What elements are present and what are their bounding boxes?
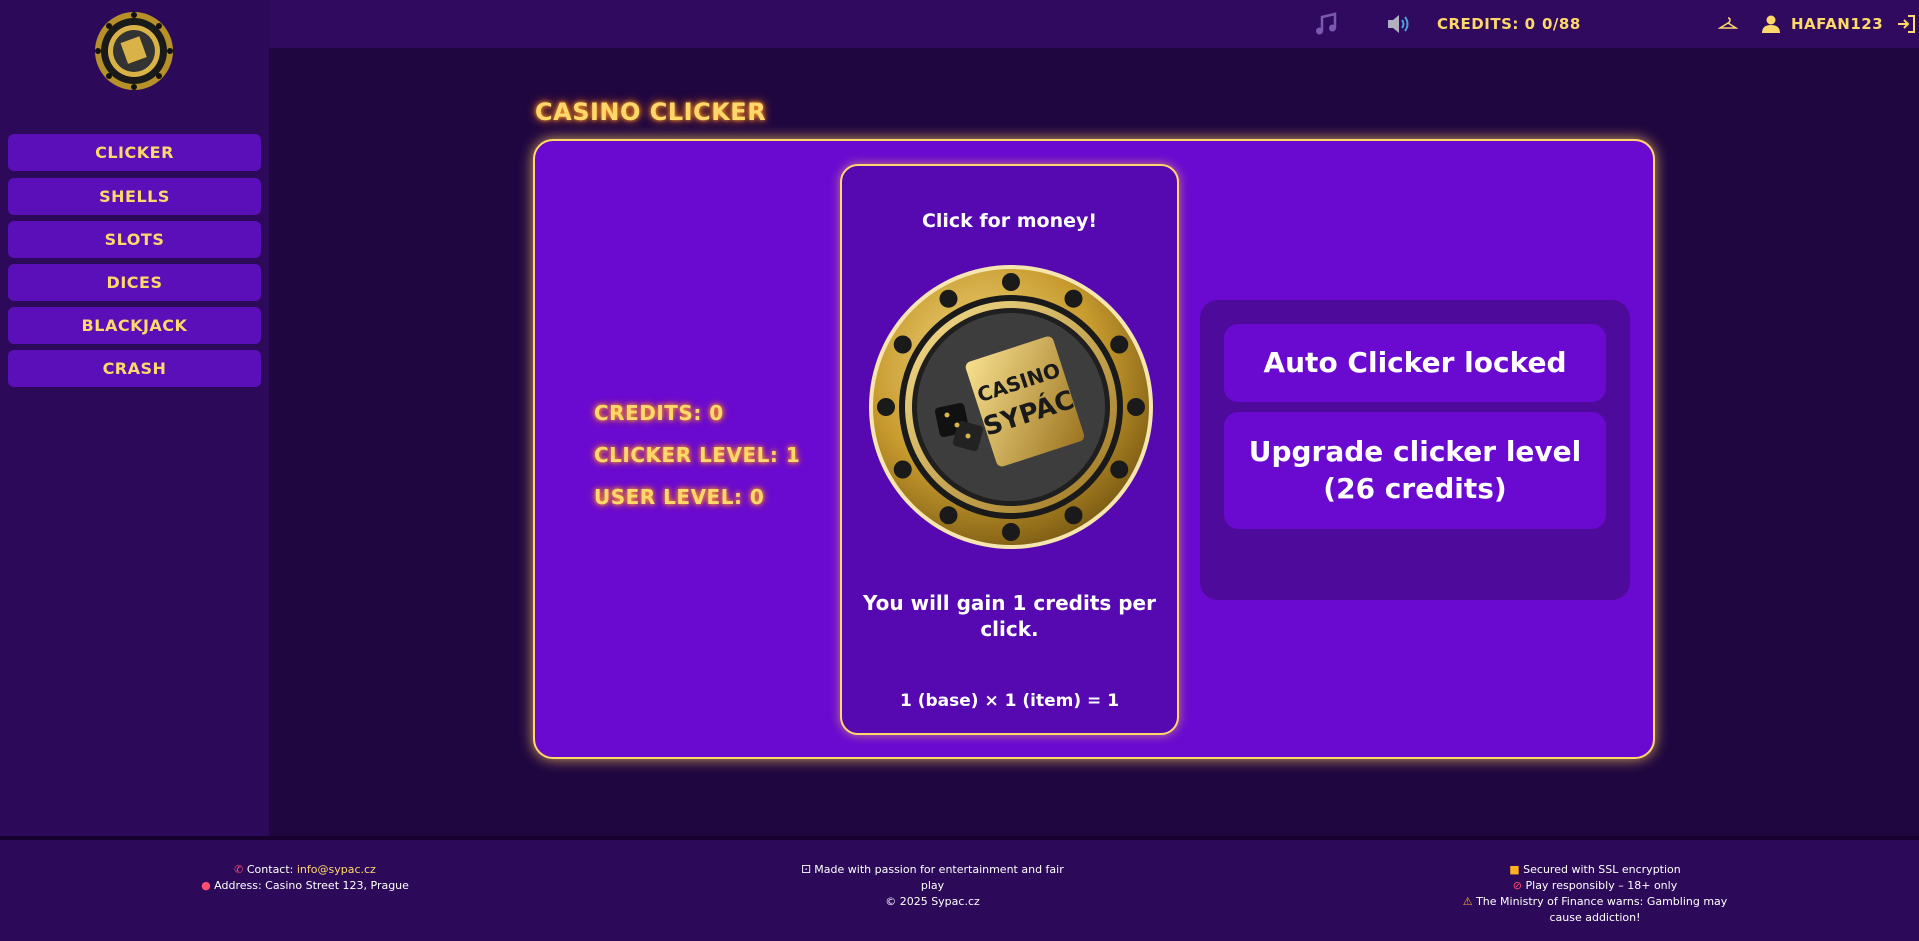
username[interactable]: HAFAN123 bbox=[1791, 15, 1883, 33]
contact-label: Contact: bbox=[246, 863, 297, 876]
footer-legal: ■ Secured with SSL encryption ⊘ Play res… bbox=[1450, 862, 1740, 926]
chip-edge-hole bbox=[1110, 335, 1129, 354]
sidebar-item-clicker[interactable]: CLICKER bbox=[8, 134, 261, 171]
sidebar-item-crash[interactable]: CRASH bbox=[8, 350, 261, 387]
chip-edge-hole bbox=[893, 460, 912, 479]
warning-line2: cause addiction! bbox=[1549, 911, 1641, 924]
topbar-progress: 0/88 bbox=[1542, 15, 1581, 33]
footer: ✆ Contact: info@sypac.cz ● Address: Casi… bbox=[0, 836, 1919, 941]
gain-text-line2: click. bbox=[980, 617, 1039, 641]
gain-text: You will gain 1 credits per click. bbox=[842, 590, 1177, 642]
chip-edge-hole bbox=[1002, 273, 1020, 291]
casino-chip-logo-icon[interactable] bbox=[94, 11, 174, 91]
made-line2: play bbox=[920, 879, 945, 892]
stat-credits: CREDITS: 0 bbox=[594, 401, 724, 425]
click-card: Click for money! CASINO SYPÁC You will g… bbox=[840, 164, 1179, 735]
logout-button[interactable] bbox=[1896, 0, 1916, 48]
clicker-panel: CREDITS: 0 CLICKER LEVEL: 1 USER LEVEL: … bbox=[533, 139, 1655, 759]
ssl-text: Secured with SSL encryption bbox=[1523, 863, 1681, 876]
topbar-credits: CREDITS: 0 bbox=[1437, 15, 1536, 33]
sidebar: CLICKER SHELLS SLOTS DICES BLACKJACK CRA… bbox=[0, 0, 269, 836]
user-icon bbox=[1762, 15, 1780, 33]
warning-line1: The Ministry of Finance warns: Gambling … bbox=[1476, 895, 1728, 908]
chip-edge-hole bbox=[893, 335, 912, 354]
sidebar-item-slots[interactable]: SLOTS bbox=[8, 221, 261, 258]
hanger-icon bbox=[1718, 17, 1738, 29]
auto-clicker-button[interactable]: Auto Clicker locked bbox=[1224, 324, 1606, 402]
upgrade-clicker-line2: (26 credits) bbox=[1323, 471, 1507, 505]
chip-edge-hole bbox=[939, 289, 958, 308]
logout-icon bbox=[1898, 15, 1915, 33]
chip-edge-hole bbox=[1127, 398, 1145, 416]
phone-icon: ✆ bbox=[234, 863, 244, 876]
no-entry-icon: ⊘ bbox=[1512, 879, 1522, 892]
chip-edge-hole bbox=[1064, 289, 1083, 308]
footer-contact: ✆ Contact: info@sypac.cz ● Address: Casi… bbox=[150, 862, 460, 894]
upgrade-clicker-line1: Upgrade clicker level bbox=[1248, 435, 1582, 469]
gain-formula: 1 (base) × 1 (item) = 1 bbox=[899, 691, 1120, 711]
stat-user-level: USER LEVEL: 0 bbox=[594, 485, 765, 509]
sidebar-item-blackjack[interactable]: BLACKJACK bbox=[8, 307, 261, 344]
speaker-icon bbox=[1388, 15, 1409, 33]
sound-toggle-button[interactable] bbox=[1385, 0, 1413, 48]
address: Address: Casino Street 123, Prague bbox=[214, 879, 409, 892]
stat-clicker-level: CLICKER LEVEL: 1 bbox=[594, 443, 801, 467]
casino-chip-icon[interactable]: CASINO SYPÁC bbox=[867, 263, 1155, 551]
sidebar-item-shells[interactable]: SHELLS bbox=[8, 178, 261, 215]
copyright: © 2025 Sypac.cz bbox=[885, 895, 980, 908]
chip-edge-hole bbox=[877, 398, 895, 416]
music-note-icon bbox=[1316, 12, 1337, 35]
sidebar-item-dices[interactable]: DICES bbox=[8, 264, 261, 301]
made-line1: Made with passion for entertainment and … bbox=[814, 863, 1064, 876]
user-profile-button[interactable]: HAFAN123 bbox=[1761, 0, 1883, 48]
click-heading: Click for money! bbox=[921, 210, 1098, 232]
music-toggle-button[interactable] bbox=[1313, 0, 1339, 48]
topbar: CREDITS: 0 0/88 HAFAN123 bbox=[269, 0, 1919, 48]
contact-email-link[interactable]: info@sypac.cz bbox=[297, 863, 376, 876]
hanger-button[interactable] bbox=[1718, 0, 1738, 48]
responsible-text: Play responsibly – 18+ only bbox=[1525, 879, 1678, 892]
page-title: CASINO CLICKER bbox=[535, 98, 767, 126]
footer-about: ⚀ Made with passion for entertainment an… bbox=[795, 862, 1070, 910]
upgrade-panel: Auto Clicker locked Upgrade clicker leve… bbox=[1200, 300, 1630, 600]
chip-edge-hole bbox=[1002, 523, 1020, 541]
pin-icon: ● bbox=[201, 879, 211, 892]
warning-icon: ⚠ bbox=[1462, 895, 1473, 908]
gain-text-line1: You will gain 1 credits per bbox=[863, 591, 1156, 615]
chip-edge-hole bbox=[1064, 506, 1083, 525]
chip-edge-hole bbox=[939, 506, 958, 525]
lock-icon: ■ bbox=[1509, 863, 1520, 876]
upgrade-clicker-button[interactable]: Upgrade clicker level (26 credits) bbox=[1224, 412, 1606, 529]
dice-small-icon: ⚀ bbox=[801, 863, 811, 876]
chip-edge-hole bbox=[1110, 460, 1129, 479]
